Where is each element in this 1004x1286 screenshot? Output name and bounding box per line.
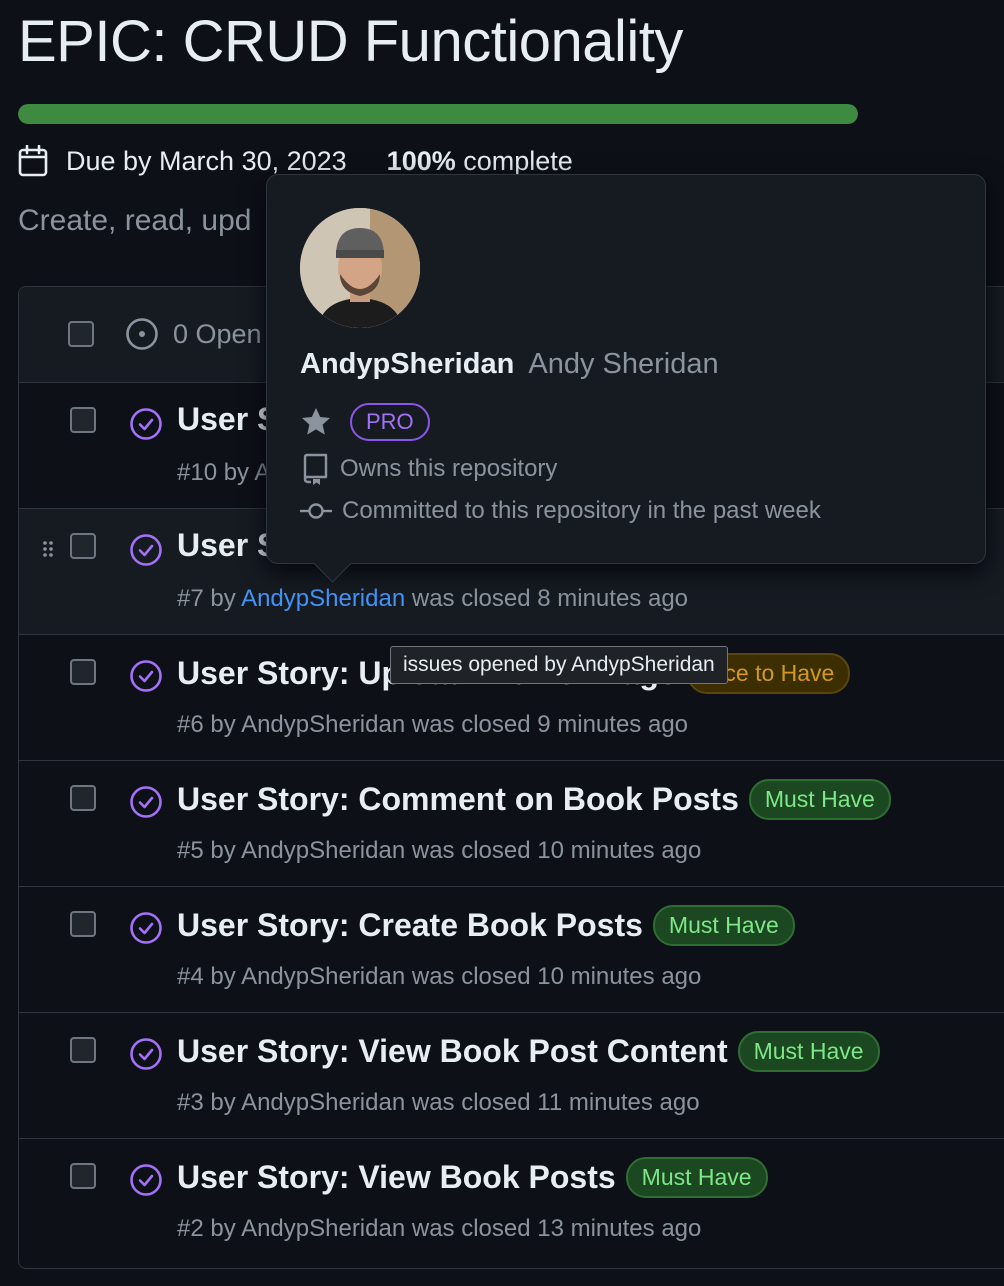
hovercard-login[interactable]: AndypSheridan: [300, 348, 514, 380]
grabber-icon[interactable]: [41, 539, 55, 562]
open-count-label: 0 Open: [173, 318, 262, 349]
issue-meta: #10 by A: [177, 459, 270, 487]
repo-icon: [303, 453, 328, 485]
milestone-progress-fill: [18, 104, 858, 124]
milestone-description: Create, read, upd: [18, 204, 252, 237]
issue-title-link[interactable]: User Story: View Book Post Content: [177, 1033, 728, 1070]
label-must-have[interactable]: Must Have: [748, 779, 891, 820]
open-issues-filter[interactable]: 0 Open: [125, 317, 262, 351]
issue-closed-icon: [130, 408, 162, 440]
issue-meta: #7 by AndypSheridan was closed 8 minutes…: [177, 585, 688, 613]
issue-number: #10 by: [177, 459, 255, 486]
calendar-icon: [18, 145, 48, 177]
issue-title-link[interactable]: User S: [177, 401, 278, 438]
tooltip: issues opened by AndypSheridan: [390, 646, 728, 684]
issue-closed-time: was closed 8 minutes ago: [405, 585, 689, 612]
issue-closed-time: was closed 10 minutes ago: [405, 837, 702, 864]
issue-title-link[interactable]: User Story: View Book Posts: [177, 1159, 616, 1196]
issue-row[interactable]: User Story: Comment on Book Posts Must H…: [19, 761, 1004, 887]
author-link[interactable]: AndypSheridan: [241, 711, 405, 738]
issue-meta: #5 by AndypSheridan was closed 10 minute…: [177, 837, 701, 865]
issue-closed-time: was closed 13 minutes ago: [405, 1215, 702, 1242]
milestone-meta: Due by March 30, 2023 100% complete: [18, 144, 573, 178]
issue-checkbox[interactable]: [70, 533, 96, 559]
issue-checkbox[interactable]: [70, 1163, 96, 1189]
hovercard-committed: Committed to this repository in the past…: [300, 497, 821, 525]
label-must-have[interactable]: Must Have: [625, 1157, 768, 1198]
avatar[interactable]: [300, 208, 420, 328]
star-icon: [302, 408, 330, 435]
issue-title-link[interactable]: User S: [177, 527, 278, 564]
owns-repo-text: Owns this repository: [340, 455, 558, 482]
issue-title-link[interactable]: User Story: Create Book Posts: [177, 907, 643, 944]
hovercard-owns: Owns this repository: [300, 453, 557, 485]
author-link[interactable]: AndypSheridan: [241, 1089, 405, 1116]
issue-row[interactable]: User Story: Create Book Posts Must Have …: [19, 887, 1004, 1013]
author-link[interactable]: AndypSheridan: [241, 837, 405, 864]
issue-row[interactable]: User Story: View Book Posts Must Have #2…: [19, 1139, 1004, 1265]
issue-opened-icon: [126, 318, 158, 350]
hovercard-fullname: Andy Sheridan: [528, 348, 719, 380]
issue-meta: #2 by AndypSheridan was closed 13 minute…: [177, 1215, 701, 1243]
issue-closed-icon: [130, 1038, 162, 1070]
git-commit-icon: [300, 503, 332, 519]
issue-closed-time: was closed 11 minutes ago: [405, 1089, 700, 1116]
issue-checkbox[interactable]: [70, 1037, 96, 1063]
issue-checkbox[interactable]: [70, 659, 96, 685]
issue-closed-icon: [130, 786, 162, 818]
label-must-have[interactable]: Must Have: [652, 905, 795, 946]
label-must-have[interactable]: Must Have: [737, 1031, 880, 1072]
milestone-progress-bar: [18, 104, 858, 124]
issue-checkbox[interactable]: [70, 911, 96, 937]
issue-meta: #6 by AndypSheridan was closed 9 minutes…: [177, 711, 688, 739]
issue-row[interactable]: User Story: View Book Post Content Must …: [19, 1013, 1004, 1139]
completion-status: 100% complete: [387, 146, 573, 177]
completion-word: complete: [463, 145, 573, 176]
committed-text: Committed to this repository in the past…: [342, 497, 821, 524]
issue-title-link[interactable]: User Story: Comment on Book Posts: [177, 781, 739, 818]
page-title: EPIC: CRUD Functionality: [18, 9, 683, 74]
author-link[interactable]: AndypSheridan: [241, 963, 405, 990]
issue-number: #2 by: [177, 1215, 242, 1242]
issue-closed-time: was closed 9 minutes ago: [405, 711, 689, 738]
issue-checkbox[interactable]: [70, 785, 96, 811]
select-all-checkbox[interactable]: [68, 321, 94, 347]
issue-number: #7 by: [177, 585, 242, 612]
pro-badge: PRO: [350, 403, 430, 441]
hovercard-badges: PRO: [300, 403, 430, 441]
issue-number: #4 by: [177, 963, 242, 990]
issue-meta: #4 by AndypSheridan was closed 10 minute…: [177, 963, 701, 991]
issue-closed-time: was closed 10 minutes ago: [405, 963, 702, 990]
issue-checkbox[interactable]: [70, 407, 96, 433]
issue-closed-icon: [130, 534, 162, 566]
issue-closed-icon: [130, 660, 162, 692]
issue-number: #5 by: [177, 837, 242, 864]
issue-closed-icon: [130, 1164, 162, 1196]
completion-percent: 100%: [386, 145, 456, 176]
issue-number: #6 by: [177, 711, 242, 738]
author-link[interactable]: AndypSheridan: [241, 1215, 405, 1242]
issue-number: #3 by: [177, 1089, 242, 1116]
author-link[interactable]: AndypSheridan: [241, 585, 405, 612]
user-hovercard: AndypSheridan Andy Sheridan PRO Owns thi…: [266, 174, 986, 564]
hovercard-name: AndypSheridan Andy Sheridan: [300, 348, 719, 381]
issue-meta: #3 by AndypSheridan was closed 11 minute…: [177, 1089, 700, 1117]
issue-closed-icon: [130, 912, 162, 944]
due-date: Due by March 30, 2023: [66, 145, 347, 176]
